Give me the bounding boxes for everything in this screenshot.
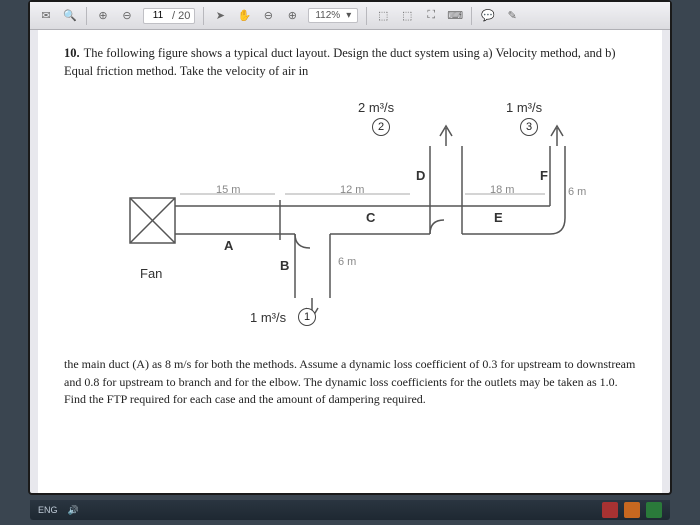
- problem-intro: 10.The following figure shows a typical …: [64, 44, 636, 80]
- duct-diagram: 2 m³/s 1 m³/s 1 m³/s 2 3 1 15 m 12 m 18 …: [120, 98, 580, 338]
- chevron-down-icon: ▾: [346, 10, 351, 21]
- page-total: / 20: [172, 10, 190, 22]
- page-field[interactable]: / 20: [143, 8, 195, 24]
- problem-number: 10.: [64, 46, 80, 60]
- tool-icon-2[interactable]: ⬚: [399, 8, 415, 24]
- volume-icon[interactable]: 🔊: [68, 505, 79, 516]
- keyboard-icon[interactable]: ⌨: [447, 8, 463, 24]
- flow-outlet-2: 2 m³/s: [358, 100, 394, 115]
- search-icon[interactable]: 🔍: [62, 8, 78, 24]
- hand-icon[interactable]: ✋: [236, 8, 252, 24]
- zoom-in-icon[interactable]: ⊕: [284, 8, 300, 24]
- zoom-out-icon[interactable]: ⊖: [260, 8, 276, 24]
- seg-E: E: [494, 210, 503, 225]
- sign-icon[interactable]: ✎: [504, 8, 520, 24]
- seg-A: A: [224, 238, 233, 253]
- taskbar-right: [602, 502, 662, 518]
- page-current-input[interactable]: [148, 10, 168, 21]
- fullscreen-icon[interactable]: ⛶: [423, 8, 439, 24]
- flow-outlet-3: 1 m³/s: [506, 100, 542, 115]
- app-icon-3[interactable]: [646, 502, 662, 518]
- taskbar-lang[interactable]: ENG: [38, 505, 58, 515]
- app-icon-1[interactable]: [602, 502, 618, 518]
- separator: [86, 7, 87, 25]
- flow-outlet-1: 1 m³/s: [250, 310, 286, 325]
- separator: [203, 7, 204, 25]
- separator: [471, 7, 472, 25]
- seg-D: D: [416, 168, 425, 183]
- duct-svg: [120, 98, 580, 338]
- length-6r: 6 m: [568, 186, 586, 198]
- problem-footer: the main duct (A) as 8 m/s for both the …: [64, 356, 636, 408]
- tool-icon-1[interactable]: ⬚: [375, 8, 391, 24]
- seg-C: C: [366, 210, 375, 225]
- fan-label: Fan: [140, 266, 162, 281]
- comment-icon[interactable]: 💬: [480, 8, 496, 24]
- length-6b: 6 m: [338, 256, 356, 268]
- page-down-icon[interactable]: ⊖: [119, 8, 135, 24]
- length-12: 12 m: [340, 184, 364, 196]
- length-18: 18 m: [490, 184, 514, 196]
- document-page: 10.The following figure shows a typical …: [38, 30, 662, 493]
- page-up-icon[interactable]: ⊕: [95, 8, 111, 24]
- pointer-icon[interactable]: ➤: [212, 8, 228, 24]
- toolbar: ✉ 🔍 ⊕ ⊖ / 20 ➤ ✋ ⊖ ⊕ 112% ▾ ⬚ ⬚ ⛶ ⌨ 💬 ✎: [30, 2, 670, 30]
- mail-icon[interactable]: ✉: [38, 8, 54, 24]
- problem-intro-text: The following figure shows a typical duc…: [64, 46, 616, 78]
- zoom-field[interactable]: 112% ▾: [308, 8, 358, 23]
- app-icon-2[interactable]: [624, 502, 640, 518]
- zoom-value: 112%: [315, 10, 340, 21]
- seg-B: B: [280, 258, 289, 273]
- pdf-viewer-window: ✉ 🔍 ⊕ ⊖ / 20 ➤ ✋ ⊖ ⊕ 112% ▾ ⬚ ⬚ ⛶ ⌨ 💬 ✎ …: [28, 0, 672, 495]
- seg-F: F: [540, 168, 548, 183]
- length-15: 15 m: [216, 184, 240, 196]
- os-taskbar: ENG 🔊: [30, 500, 670, 520]
- separator: [366, 7, 367, 25]
